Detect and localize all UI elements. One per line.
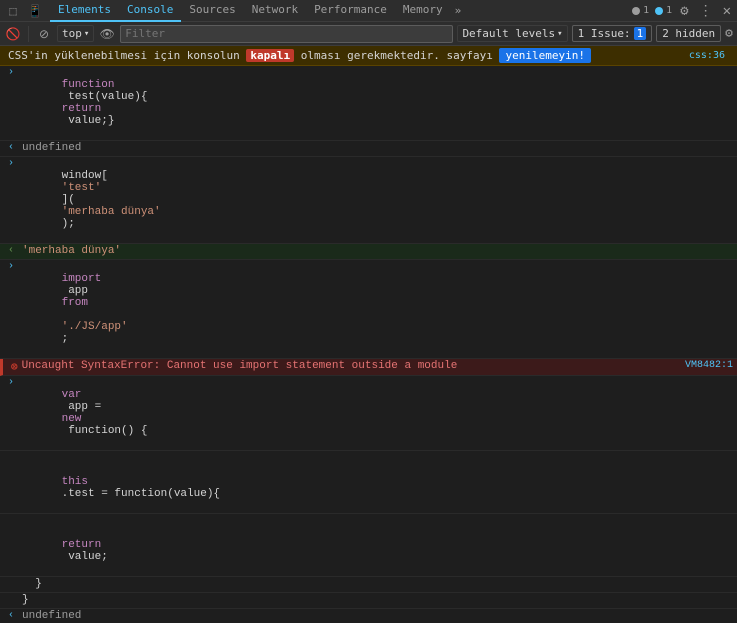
console-settings-icon[interactable]: ⚙: [725, 26, 733, 41]
warning-text: CSS'in yüklenebilmesi için konsolun kapa…: [8, 49, 685, 62]
line-content: undefined: [22, 142, 733, 154]
console-line: }: [0, 577, 737, 593]
tab-elements[interactable]: Elements: [50, 0, 119, 22]
clear-console-button[interactable]: 🚫: [4, 25, 22, 43]
input-arrow[interactable]: ›: [8, 377, 18, 388]
warning-bar: CSS'in yüklenebilmesi için konsolun kapa…: [0, 46, 737, 66]
tab-right-controls: 1 1 ⚙ ⋮ ✕: [632, 3, 733, 19]
console-line: return value;: [0, 514, 737, 577]
eye-filter-button[interactable]: 👁: [98, 25, 116, 43]
console-error-line: ⊗ Uncaught SyntaxError: Cannot use impor…: [0, 359, 737, 376]
issue-badge[interactable]: 1 Issue: 1: [572, 25, 653, 42]
more-options-icon[interactable]: ⋮: [697, 3, 715, 19]
dot-badge-1: 1: [632, 5, 649, 16]
error-message: Uncaught SyntaxError: Cannot use import …: [22, 360, 685, 372]
tab-memory[interactable]: Memory: [395, 0, 451, 22]
status-dot-grey: [632, 7, 640, 15]
line-content: 'merhaba dünya': [22, 245, 733, 257]
console-line: ‹ undefined: [0, 609, 737, 623]
close-icon[interactable]: ✕: [721, 3, 733, 19]
status-dot-blue: [655, 7, 663, 15]
console-line: }: [0, 593, 737, 609]
error-link[interactable]: VM8482:1: [685, 360, 733, 371]
tab-sources[interactable]: Sources: [181, 0, 243, 22]
input-arrow[interactable]: ›: [8, 261, 18, 272]
line-content: var app = new function() {: [22, 377, 733, 449]
line-content: import app from './JS/app' ;: [22, 261, 733, 357]
tab-performance[interactable]: Performance: [306, 0, 395, 22]
output-arrow: ‹: [8, 610, 18, 621]
error-icon: ⊗: [11, 360, 18, 374]
settings-icon[interactable]: ⚙: [678, 3, 690, 19]
console-line: this .test = function(value){: [0, 451, 737, 514]
line-content: function test(value){ return value;}: [22, 67, 733, 139]
filter-input[interactable]: [120, 25, 453, 43]
line-content: return value;: [22, 515, 733, 575]
more-tabs-button[interactable]: »: [451, 4, 466, 17]
tab-console[interactable]: Console: [119, 0, 181, 22]
line-content: undefined: [22, 610, 733, 622]
no-stop-button[interactable]: ⊘: [35, 25, 53, 43]
log-levels-button[interactable]: Default levels ▾: [457, 25, 567, 42]
css-link[interactable]: css:36: [689, 50, 729, 61]
yenilemeyin-button[interactable]: yenilemeyin!: [499, 48, 590, 63]
dot-badge-2: 1: [655, 5, 672, 16]
console-line: › function test(value){ return value;}: [0, 66, 737, 141]
divider-1: [28, 26, 29, 42]
tab-bar: ⬚ 📱 Elements Console Sources Network Per…: [0, 0, 737, 22]
console-line: › var app = new function() {: [0, 376, 737, 451]
mobile-icon[interactable]: 📱: [26, 2, 44, 20]
console-line: ‹ 'merhaba dünya': [0, 244, 737, 260]
console-line: › import app from './JS/app' ;: [0, 260, 737, 359]
kapalı-badge: kapalı: [246, 49, 294, 62]
dock-icon[interactable]: ⬚: [4, 2, 22, 20]
issue-count: 1: [634, 27, 647, 40]
line-content: this .test = function(value){: [22, 452, 733, 512]
line-content: }: [22, 594, 733, 606]
tab-network[interactable]: Network: [244, 0, 306, 22]
line-content: window[ 'test' ]( 'merhaba dünya' );: [22, 158, 733, 242]
console-line: ‹ undefined: [0, 141, 737, 157]
output-arrow: ‹: [8, 142, 18, 153]
console-output: CSS'in yüklenebilmesi için konsolun kapa…: [0, 46, 737, 623]
hidden-count-badge[interactable]: 2 hidden: [656, 25, 721, 42]
input-arrow[interactable]: ›: [8, 67, 18, 78]
input-arrow[interactable]: ›: [8, 158, 18, 169]
console-line: › window[ 'test' ]( 'merhaba dünya' );: [0, 157, 737, 244]
output-arrow: ‹: [8, 245, 18, 256]
console-toolbar: 🚫 ⊘ top ▾ 👁 Default levels ▾ 1 Issue: 1 …: [0, 22, 737, 46]
line-content: }: [22, 578, 733, 590]
context-selector[interactable]: top ▾: [57, 25, 94, 42]
devtools-controls: ⬚ 📱: [4, 2, 44, 20]
